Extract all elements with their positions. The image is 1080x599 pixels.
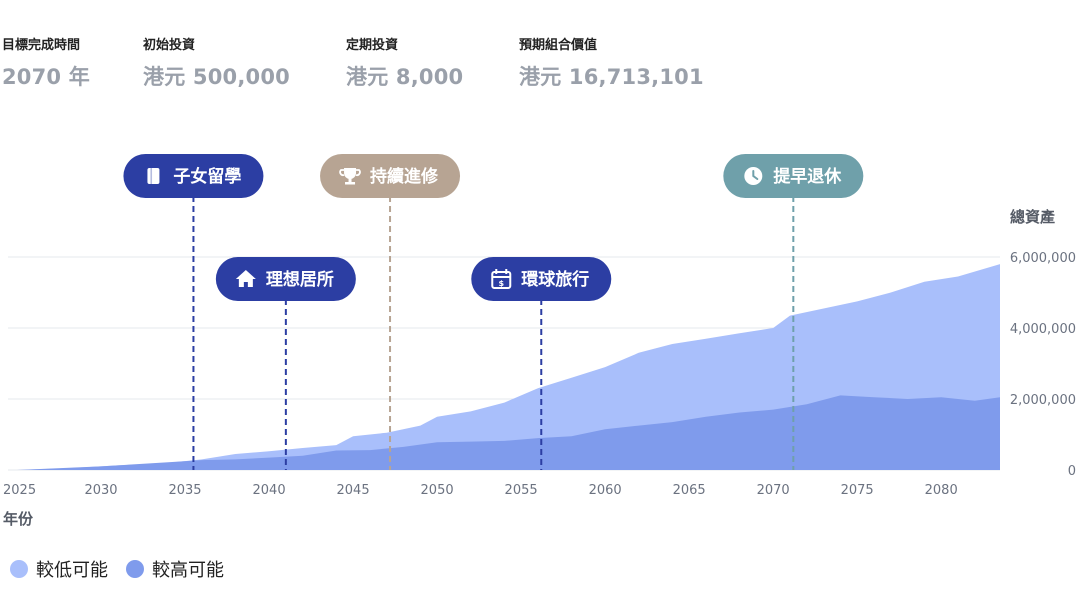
wealth-projection-chart: 6,000,000 4,000,000 2,000,000 0 總資產 2025 2030 2… bbox=[3, 154, 1076, 528]
stat-label: 定期投資 bbox=[346, 38, 399, 53]
x-tick-label: 2070 bbox=[757, 483, 790, 498]
x-axis-title: 年份 bbox=[3, 510, 34, 528]
stat-regular-investment: 定期投資 港元 8,000 bbox=[346, 34, 463, 91]
stat-label: 目標完成時間 bbox=[2, 38, 81, 53]
y-tick-label: 0 bbox=[1068, 464, 1076, 479]
x-tick-label: 2050 bbox=[421, 483, 454, 498]
legend-swatch-higher bbox=[126, 560, 144, 578]
x-tick-label: 2080 bbox=[925, 483, 958, 498]
x-tick-label: 2035 bbox=[168, 483, 201, 498]
event-label: 提早退休 bbox=[773, 166, 842, 187]
svg-text:$: $ bbox=[498, 279, 504, 288]
x-tick-label: 2065 bbox=[673, 483, 706, 498]
stat-label: 初始投資 bbox=[143, 38, 196, 53]
stat-label: 預期組合價值 bbox=[519, 38, 598, 53]
event-label: 理想居所 bbox=[266, 269, 334, 290]
stat-target-time: 目標完成時間 2070 年 bbox=[2, 34, 90, 91]
stat-value: 2070 年 bbox=[2, 65, 90, 89]
event-label: 持續進修 bbox=[370, 166, 439, 187]
x-tick-label: 2025 bbox=[3, 483, 36, 498]
x-tick-label: 2045 bbox=[337, 483, 370, 498]
x-tick-label: 2060 bbox=[589, 483, 622, 498]
stat-initial-investment: 初始投資 港元 500,000 bbox=[143, 34, 290, 91]
x-tick-label: 2075 bbox=[841, 483, 874, 498]
y-tick-label: 2,000,000 bbox=[1010, 393, 1076, 408]
legend-swatch-lower bbox=[10, 560, 28, 578]
legend-label: 較高可能 bbox=[152, 560, 224, 581]
x-tick-label: 2040 bbox=[253, 483, 286, 498]
event-label: 環球旅行 bbox=[521, 269, 589, 290]
clock-icon bbox=[744, 167, 763, 185]
stat-value: 港元 16,713,101 bbox=[519, 65, 704, 89]
legend-item-higher[interactable]: 較高可能 bbox=[126, 556, 224, 582]
chart-legend: 較低可能 較高可能 bbox=[10, 556, 242, 582]
book-icon bbox=[147, 168, 160, 184]
legend-label: 較低可能 bbox=[36, 560, 108, 581]
stat-expected-portfolio-value: 預期組合價值 港元 16,713,101 bbox=[519, 34, 704, 91]
event-label: 子女留學 bbox=[173, 166, 241, 187]
y-tick-label: 6,000,000 bbox=[1010, 251, 1076, 266]
stat-value: 港元 8,000 bbox=[346, 65, 464, 89]
y-axis-title: 總資產 bbox=[1010, 208, 1055, 226]
y-tick-label: 4,000,000 bbox=[1010, 322, 1076, 337]
x-tick-label: 2055 bbox=[505, 483, 538, 498]
stat-value: 港元 500,000 bbox=[143, 65, 290, 89]
x-tick-label: 2030 bbox=[84, 483, 117, 498]
legend-item-lower[interactable]: 較低可能 bbox=[10, 556, 108, 582]
